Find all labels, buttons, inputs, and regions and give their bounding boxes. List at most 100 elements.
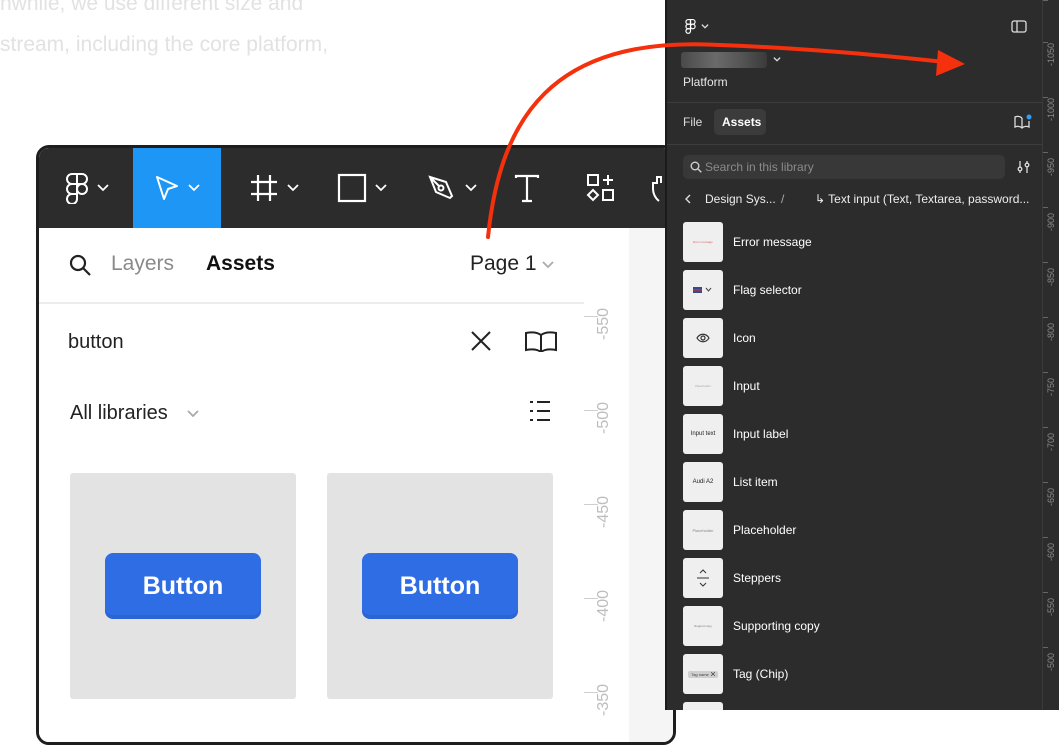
old-left-panel: Layers Assets Page 1 button All librarie… [39,228,586,742]
asset-thumbnail [683,318,723,358]
ruler-label: -800 [1046,322,1056,341]
ruler-label: -500 [1046,652,1056,671]
ruler-tick [1043,372,1048,373]
breadcrumb: Design Sys... / ↳ Text input (Text, Text… [667,190,1042,210]
asset-thumbnail: Error message [683,222,723,262]
thumb-text: Support copy [694,624,712,628]
tab-assets-active[interactable]: Assets [714,109,766,135]
ruler-label: -400 [595,589,612,622]
ruler-label: -350 [595,683,612,716]
page-selector[interactable]: Page 1 [470,252,537,276]
new-vertical-ruler: -1050 -1000 -950 -900 -850 -800 -750 -70… [1042,0,1059,710]
tab-file[interactable]: File [683,115,702,129]
text-t-icon [514,174,540,203]
thumb-text: Audi A2 [692,479,714,485]
asset-item-input[interactable]: Placeholder Input [683,366,1023,406]
chevron-down-icon [375,184,387,192]
tab-assets-label: Assets [722,115,762,129]
asset-label: Error message [733,235,812,249]
ruler-label: -450 [595,495,612,528]
asset-thumbnail [683,558,723,598]
chevron-down-icon [701,23,709,29]
ruler-label: -500 [595,401,612,434]
panel-toggle-icon[interactable] [1011,20,1027,33]
breadcrumb-current: ↳ Text input (Text, Textarea, password..… [815,192,1030,206]
breadcrumb-parent[interactable]: Design Sys... [705,192,776,206]
old-search-row: button [39,304,584,378]
text-tool-button[interactable] [505,148,549,228]
asset-item-steppers[interactable]: Steppers [683,558,1023,598]
chevron-down-icon[interactable] [773,57,781,62]
chevron-down-icon [287,184,299,192]
ruler-tick [1043,152,1048,153]
asset-item-placeholder[interactable]: Placeholder Placeholder [683,510,1023,550]
figma-logo-icon [685,18,696,34]
ruler-tick [1043,592,1048,593]
asset-card[interactable]: Button [327,473,553,699]
eye-icon [696,333,710,343]
blurred-project-name [681,52,767,68]
shape-tool-button[interactable] [327,148,397,228]
asset-thumbnail: Input text [683,414,723,454]
background-text-line-1: nwhile, we use different size and [0,0,304,15]
pen-icon [428,175,454,200]
list-view-icon[interactable] [528,400,552,422]
back-chevron-icon[interactable] [685,194,691,204]
background-text-line-2: stream, including the core platform, [0,33,328,56]
library-search-input[interactable] [705,155,985,179]
tab-assets[interactable]: Assets [206,252,275,276]
asset-label: List item [733,475,778,489]
asset-label: Steppers [733,571,782,585]
resources-tool-button[interactable] [579,148,623,228]
ruler-tick [1043,537,1048,538]
search-input[interactable]: button [68,331,124,354]
asset-item-supporting-copy[interactable]: Support copy Supporting copy [683,606,1023,646]
asset-card[interactable]: Button [70,473,296,699]
ruler-label: -600 [1046,542,1056,561]
asset-item-input-label[interactable]: Input text Input label [683,414,1023,454]
asset-thumbnail: Audi A2 [683,462,723,502]
search-icon [690,161,702,173]
libraries-dropdown[interactable]: All libraries [70,402,168,425]
asset-item-list-item[interactable]: Audi A2 List item [683,462,1023,502]
asset-thumbnail: Placeholder [683,366,723,406]
ruler-tick [1043,207,1048,208]
asset-label: Tag (Chip) [733,667,789,681]
frame-tool-button[interactable] [239,148,309,228]
pen-tool-button[interactable] [417,148,487,228]
asset-item-flag-selector[interactable]: Flag selector [683,270,1023,310]
ruler-tick [1043,427,1048,428]
button-preview: Button [105,553,261,619]
book-icon[interactable] [524,330,558,352]
figma-logo-icon [66,173,88,204]
asset-item-partial[interactable] [683,702,1023,710]
old-ui-window: Layers Assets Page 1 button All librarie… [36,145,676,745]
tab-layers[interactable]: Layers [111,252,174,276]
move-tool-button[interactable] [133,148,221,228]
panel-header: Platform [667,0,1042,103]
main-menu-button[interactable] [685,18,709,34]
asset-item-icon[interactable]: Icon [683,318,1023,358]
frame-hash-icon [251,175,277,201]
ruler-label: -850 [1046,267,1056,286]
asset-thumbnail: Tag name [683,654,723,694]
panel-tabs: File Assets [667,102,1042,145]
library-book-icon[interactable] [1014,114,1032,130]
asset-item-error-message[interactable]: Error message Error message [683,222,1023,262]
asset-item-tag-chip[interactable]: Tag name Tag (Chip) [683,654,1023,694]
filter-sliders-icon[interactable] [1017,160,1030,174]
ruler-tick [1043,0,1048,1]
library-search-box[interactable] [683,155,1005,179]
asset-label: Input label [733,427,789,441]
old-vertical-ruler: -550 -500 -450 -400 -350 [584,228,630,742]
close-icon[interactable] [470,330,492,352]
search-icon[interactable] [68,253,92,277]
ruler-label: -650 [1046,487,1056,506]
main-menu-button[interactable] [57,148,117,228]
project-label: Platform [683,75,728,89]
new-assets-panel: Platform File Assets Design Sys... / ↳ T… [665,0,1042,710]
thumb-text: Tag name [691,671,709,677]
asset-thumbnail: Support copy [683,606,723,646]
stepper-arrows-icon [697,569,709,587]
rectangle-icon [337,173,367,203]
